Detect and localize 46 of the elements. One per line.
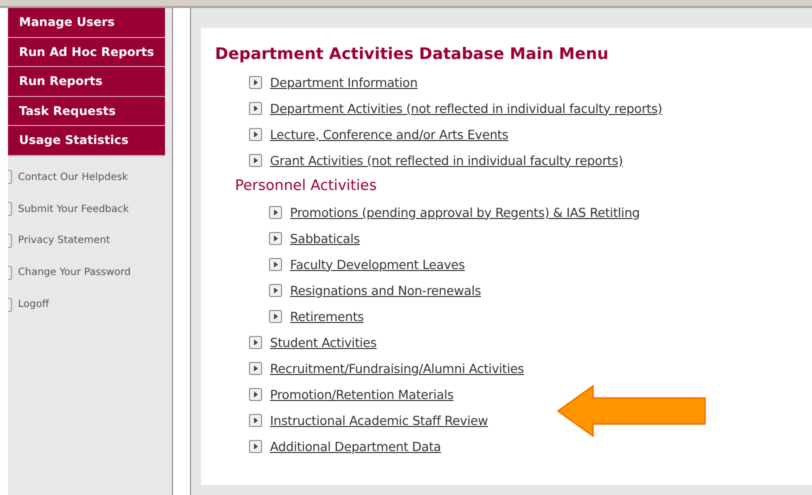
menu-link[interactable]: Resignations and Non-renewals [290,282,481,298]
play-icon [269,206,282,218]
bullet-icon [8,202,12,216]
left-arrow-icon [557,385,707,437]
sidebar-link[interactable]: Logoff [18,299,49,310]
menu-link[interactable]: Additional Department Data [270,438,441,454]
sidebar-link[interactable]: Contact Our Helpdesk [18,172,128,183]
sidebar-menu-button[interactable]: Usage Statistics [8,126,165,156]
menu-link[interactable]: Promotion/Retention Materials [270,386,454,402]
play-icon [249,440,262,452]
menu-link[interactable]: Faculty Development Leaves [290,256,465,272]
section-heading: Personnel Activities [235,177,378,196]
play-icon [249,154,262,166]
play-icon [249,414,262,426]
sidebar-menu-button[interactable]: Task Requests [8,96,165,126]
bullet-icon [8,298,12,312]
bullet-icon [8,266,12,280]
play-icon [269,310,282,322]
menu-link[interactable]: Grant Activities (not reflected in individual faculty reports) [270,152,623,168]
sidebar-link[interactable]: Submit Your Feedback [18,204,129,215]
play-icon [249,336,262,348]
menu-link[interactable]: Instructional Academic Staff Review [270,412,488,428]
play-icon [249,388,262,400]
bullet-icon [8,234,12,248]
play-icon [249,76,262,88]
sidebar-menu-button[interactable]: Run Ad Hoc Reports [8,38,165,67]
sidebar-menu-button[interactable]: Manage Users [8,8,165,38]
play-icon [269,284,282,296]
menu-link[interactable]: Department Information [270,74,418,90]
sidebar-link[interactable]: Change Your Password [18,267,131,278]
play-icon [249,102,262,114]
menu-link[interactable]: Sabbaticals [290,230,360,246]
menu-link[interactable]: Retirements [290,308,364,324]
menu-link[interactable]: Department Activities (not reflected in individual faculty reports) [270,100,662,116]
play-icon [249,128,262,140]
sidebar-menu-button[interactable]: Run Reports [8,67,165,96]
menu-link[interactable]: Student Activities [270,334,377,350]
sidebar-link[interactable]: Privacy Statement [18,235,110,246]
menu-link[interactable]: Recruitment/Fundraising/Alumni Activities [270,360,524,376]
page-title: Department Activities Database Main Menu [215,44,610,63]
play-icon [269,258,282,270]
bullet-icon [8,170,12,184]
menu-link[interactable]: Promotions (pending approval by Regents) & IAS Retitling [290,204,640,220]
menu-link[interactable]: Lecture, Conference and/or Arts Events [270,126,508,142]
play-icon [269,232,282,244]
play-icon [249,362,262,374]
